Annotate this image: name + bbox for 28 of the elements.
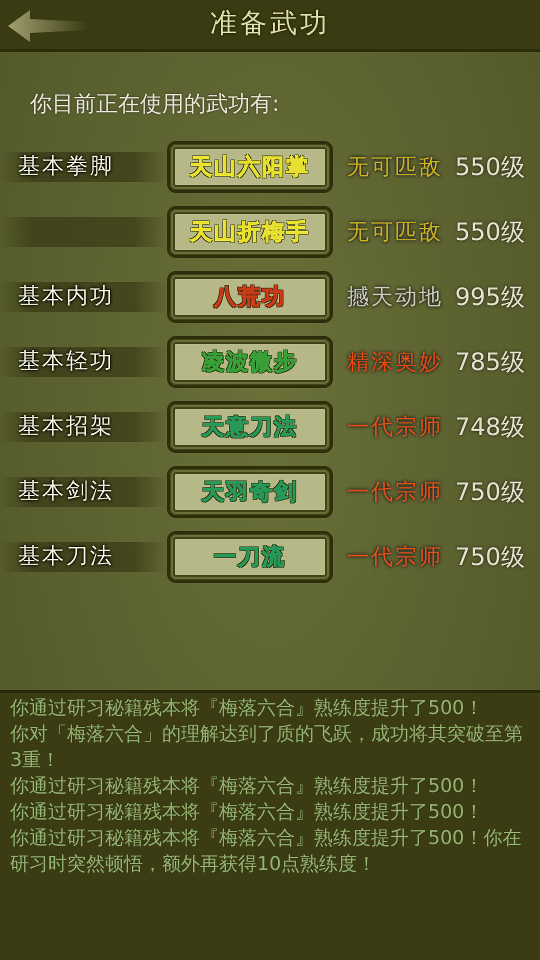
log-message: 你通过研习秘籍残本将『梅落六合』熟练度提升了500！	[10, 800, 484, 825]
skill-button[interactable]: 一刀流	[167, 531, 333, 583]
intro-text: 你目前正在使用的武功有:	[30, 91, 280, 119]
skill-button[interactable]: 天意刀法	[167, 401, 333, 453]
skill-button[interactable]: 八荒功	[167, 271, 333, 323]
skill-level-label: 550级	[455, 217, 525, 248]
skill-rank-label: 精深奥妙	[347, 350, 443, 374]
skill-button[interactable]: 天羽奇剑	[167, 466, 333, 518]
skill-rank-label: 无可匹敌	[347, 220, 443, 244]
skill-button[interactable]: 天山折梅手	[167, 206, 333, 258]
skill-level-label: 750级	[455, 542, 525, 573]
log-message: 你通过研习秘籍残本将『梅落六合』熟练度提升了500！你在研习时突然顿悟，额外再获得10点熟练度！	[10, 826, 522, 877]
log-message: 你通过研习秘籍残本将『梅落六合』熟练度提升了500！	[10, 774, 484, 799]
skill-level-label: 748级	[455, 412, 525, 443]
log-message: 你通过研习秘籍残本将『梅落六合』熟练度提升了500！	[10, 696, 484, 721]
skill-button[interactable]: 凌波微步	[167, 336, 333, 388]
skill-level-label: 785级	[455, 347, 525, 378]
skill-rank-label: 一代宗师	[347, 544, 443, 570]
skill-rank-label: 一代宗师	[347, 480, 443, 504]
skill-level-label: 550级	[455, 152, 525, 183]
skill-level-label: 995级	[455, 282, 525, 313]
skill-rank-label: 撼天动地	[347, 284, 443, 310]
log-message: 你对「梅落六合」的理解达到了质的飞跃，成功将其突破至第3重！	[10, 722, 524, 773]
skill-rank-label: 一代宗师	[347, 414, 443, 440]
screen-title: 准备武功	[210, 7, 330, 42]
skill-button[interactable]: 天山六阳掌	[167, 141, 333, 193]
skill-level-label: 750级	[455, 477, 525, 508]
skill-rank-label: 无可匹敌	[347, 154, 443, 180]
